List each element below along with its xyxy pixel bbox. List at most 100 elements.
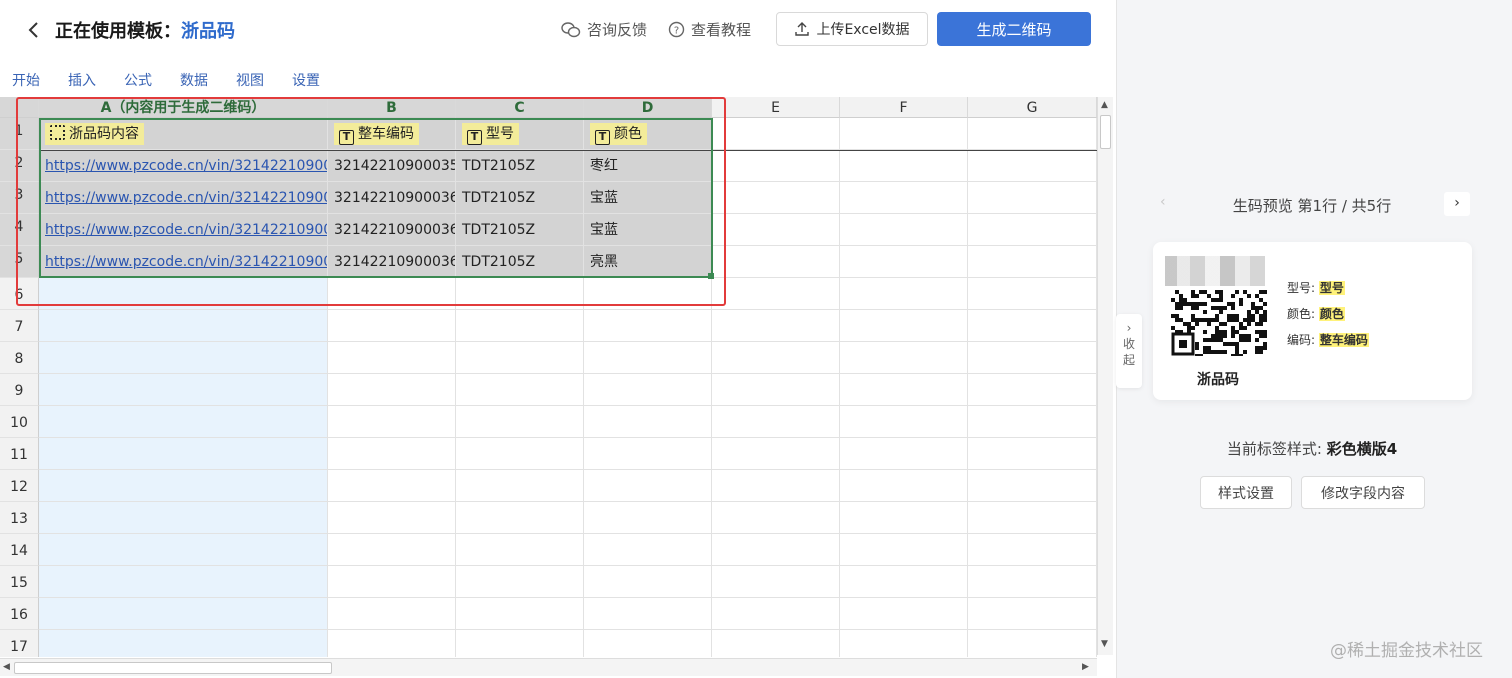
table-cell[interactable]: 枣红	[584, 150, 712, 182]
table-cell[interactable]	[712, 598, 840, 630]
fill-handle[interactable]	[708, 273, 714, 279]
vertical-scroll-thumb[interactable]	[1100, 115, 1111, 149]
row-header[interactable]: 2	[0, 150, 39, 182]
table-cell[interactable]	[968, 534, 1097, 566]
table-cell[interactable]	[712, 630, 840, 657]
table-cell[interactable]	[39, 406, 328, 438]
generate-qrcode-button[interactable]: 生成二维码	[937, 12, 1091, 46]
row-header[interactable]: 4	[0, 214, 39, 246]
table-cell[interactable]	[968, 342, 1097, 374]
table-cell[interactable]: TDT2105Z	[456, 246, 584, 278]
row-header[interactable]: 8	[0, 342, 39, 374]
scroll-left-icon[interactable]: ◀	[3, 662, 10, 672]
tutorial-link[interactable]: ? 查看教程	[668, 19, 751, 40]
table-cell[interactable]	[584, 630, 712, 657]
table-cell[interactable]	[712, 502, 840, 534]
row-header[interactable]: 6	[0, 278, 39, 310]
column-header[interactable]: B	[328, 97, 456, 118]
style-settings-button[interactable]: 样式设置	[1200, 476, 1292, 509]
table-cell[interactable]	[712, 182, 840, 214]
table-cell[interactable]: 宝蓝	[584, 214, 712, 246]
table-cell[interactable]: 321422109000363	[328, 182, 456, 214]
table-cell[interactable]	[840, 118, 968, 150]
table-cell[interactable]	[840, 566, 968, 598]
table-cell[interactable]	[584, 406, 712, 438]
table-cell[interactable]	[328, 566, 456, 598]
table-cell[interactable]	[712, 534, 840, 566]
row-header[interactable]: 16	[0, 598, 39, 630]
table-cell[interactable]	[968, 598, 1097, 630]
table-cell[interactable]: 宝蓝	[584, 182, 712, 214]
table-cell[interactable]	[456, 630, 584, 657]
table-cell[interactable]: 321422109000363	[328, 214, 456, 246]
prev-row-icon[interactable]: ‹	[1160, 194, 1176, 214]
table-cell[interactable]	[584, 502, 712, 534]
table-cell[interactable]	[712, 214, 840, 246]
row-header[interactable]: 17	[0, 630, 39, 657]
table-cell[interactable]: T 型号	[456, 118, 584, 150]
table-cell[interactable]	[328, 406, 456, 438]
column-header[interactable]: G	[968, 97, 1097, 118]
table-cell[interactable]	[39, 502, 328, 534]
table-cell[interactable]	[328, 598, 456, 630]
table-cell[interactable]	[584, 534, 712, 566]
table-cell[interactable]	[712, 438, 840, 470]
table-cell[interactable]	[840, 438, 968, 470]
table-cell[interactable]	[39, 438, 328, 470]
scroll-up-icon[interactable]: ▲	[1101, 100, 1108, 110]
table-cell[interactable]	[840, 150, 968, 182]
table-cell[interactable]	[456, 438, 584, 470]
table-cell[interactable]	[968, 118, 1097, 150]
table-cell[interactable]: TDT2105Z	[456, 214, 584, 246]
table-cell[interactable]	[968, 374, 1097, 406]
table-cell[interactable]	[328, 278, 456, 310]
table-cell[interactable]	[840, 534, 968, 566]
table-cell[interactable]	[712, 118, 840, 150]
table-cell[interactable]	[968, 214, 1097, 246]
menu-item-view[interactable]: 视图	[224, 62, 264, 96]
table-cell[interactable]	[456, 310, 584, 342]
table-cell[interactable]	[584, 438, 712, 470]
table-cell[interactable]	[840, 214, 968, 246]
table-cell[interactable]	[712, 470, 840, 502]
table-cell[interactable]	[39, 278, 328, 310]
table-cell[interactable]	[39, 342, 328, 374]
scroll-right-icon[interactable]: ▶	[1082, 662, 1089, 672]
table-cell[interactable]: T 颜色	[584, 118, 712, 150]
table-cell[interactable]	[328, 630, 456, 657]
upload-excel-button[interactable]: 上传Excel数据	[776, 12, 928, 46]
table-cell[interactable]	[712, 246, 840, 278]
table-cell[interactable]	[968, 630, 1097, 657]
table-cell[interactable]: TDT2105Z	[456, 150, 584, 182]
table-cell[interactable]	[584, 342, 712, 374]
table-cell[interactable]	[584, 598, 712, 630]
table-cell[interactable]	[840, 246, 968, 278]
table-cell[interactable]: 亮黑	[584, 246, 712, 278]
table-cell[interactable]	[328, 502, 456, 534]
row-header[interactable]: 7	[0, 310, 39, 342]
table-cell[interactable]: https://www.pzcode.cn/vin/3214221090003	[39, 214, 328, 246]
table-cell[interactable]	[456, 502, 584, 534]
column-header[interactable]: F	[840, 97, 968, 118]
column-header[interactable]: E	[712, 97, 840, 118]
menu-item-settings[interactable]: 设置	[280, 62, 320, 96]
row-header[interactable]: 9	[0, 374, 39, 406]
table-cell[interactable]	[712, 566, 840, 598]
table-cell[interactable]	[456, 278, 584, 310]
table-cell[interactable]	[456, 534, 584, 566]
table-cell[interactable]: 321422109000363	[328, 246, 456, 278]
table-cell[interactable]	[712, 374, 840, 406]
table-cell[interactable]	[968, 470, 1097, 502]
table-cell[interactable]	[968, 182, 1097, 214]
row-header[interactable]: 12	[0, 470, 39, 502]
table-cell[interactable]	[39, 534, 328, 566]
table-cell[interactable]	[456, 342, 584, 374]
table-cell[interactable]: https://www.pzcode.cn/vin/3214221090003	[39, 182, 328, 214]
table-cell[interactable]	[328, 438, 456, 470]
table-cell[interactable]	[328, 342, 456, 374]
menu-item-formula[interactable]: 公式	[112, 62, 152, 96]
spreadsheet-grid[interactable]: A（内容用于生成二维码） B C D E F G 1 浙品码内容 T 整车编码 T 型号 T 颜色 2 http…	[0, 97, 1097, 657]
table-cell[interactable]	[39, 566, 328, 598]
table-cell[interactable]	[584, 566, 712, 598]
next-row-icon[interactable]: ›	[1444, 192, 1470, 216]
